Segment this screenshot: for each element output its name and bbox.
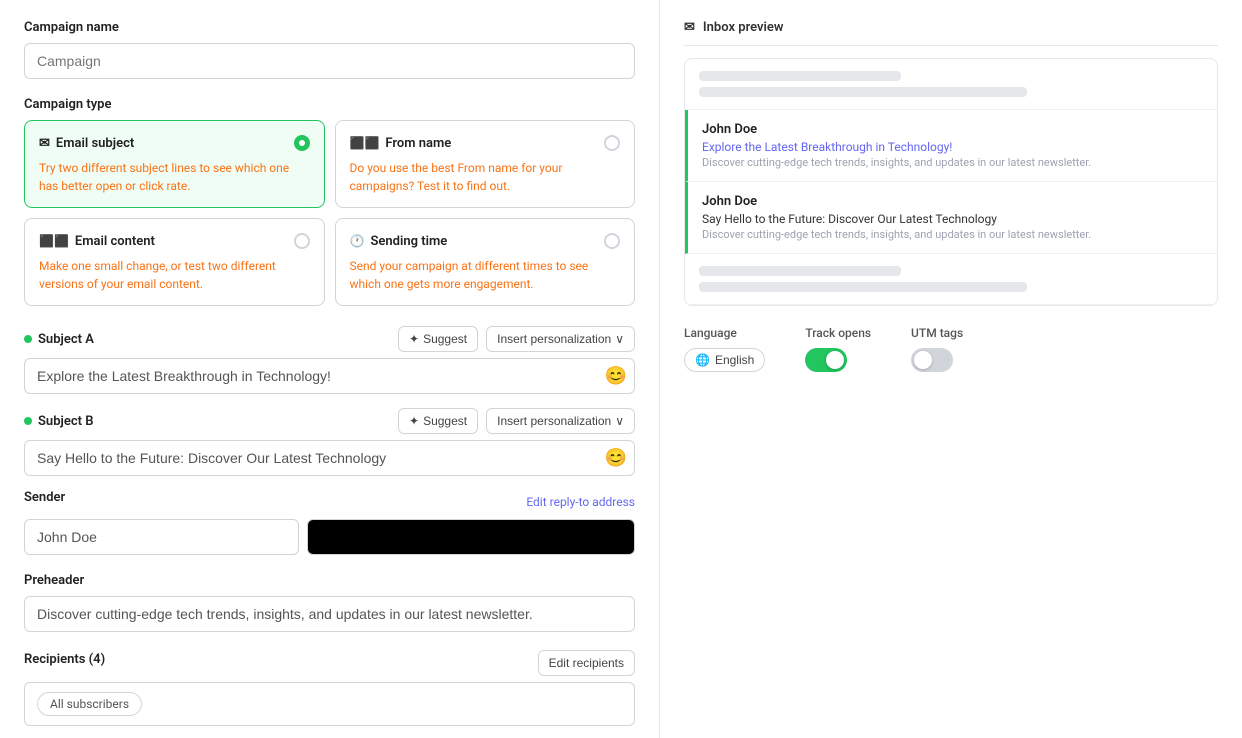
subject-a-input-wrap: 😊 [24, 358, 635, 394]
people-icon: ⬛⬛ [350, 136, 380, 150]
personalization-b-button[interactable]: Insert personalization ∨ [486, 408, 635, 434]
globe-icon: 🌐 [695, 353, 710, 367]
inbox-preview-container: John Doe Explore the Latest Breakthrough… [684, 58, 1218, 306]
subject-a-actions: ✦ Suggest Insert personalization ∨ [398, 326, 635, 352]
placeholder-line-3 [699, 266, 901, 276]
preview-email-row-1: John Doe Explore the Latest Breakthrough… [685, 110, 1217, 182]
preview-sender-1: John Doe [702, 122, 1203, 137]
sparkle-b-icon: ✦ [409, 414, 419, 428]
sending-time-radio [604, 233, 620, 249]
preview-preheader-1: Discover cutting-edge tech trends, insig… [702, 156, 1203, 169]
subject-a-section: Subject A ✦ Suggest Insert personalizati… [24, 326, 635, 394]
from-name-desc: Do you use the best From name for your c… [350, 159, 621, 195]
subject-a-dot [24, 335, 32, 343]
preheader-label: Preheader [24, 573, 635, 588]
grid-icon: ⬛⬛ [39, 234, 69, 248]
edit-recipients-button[interactable]: Edit recipients [538, 650, 635, 676]
emoji-b-button[interactable]: 😊 [605, 448, 627, 469]
track-opens-toggle[interactable] [805, 348, 847, 372]
all-subscribers-badge: All subscribers [37, 692, 142, 716]
edit-reply-link[interactable]: Edit reply-to address [526, 495, 635, 509]
track-opens-label: Track opens [805, 326, 871, 340]
sparkle-icon: ✦ [409, 332, 419, 346]
subject-b-dot [24, 417, 32, 425]
campaign-name-section: Campaign name [24, 20, 635, 79]
language-group: Language 🌐 English [684, 326, 765, 372]
campaign-type-grid: ✉ Email subject Try two different subjec… [24, 120, 635, 306]
suggest-a-button[interactable]: ✦ Suggest [398, 326, 478, 352]
placeholder-line-2 [699, 87, 1027, 97]
subject-b-actions: ✦ Suggest Insert personalization ∨ [398, 408, 635, 434]
sending-time-title: 🕐 Sending time [350, 234, 448, 249]
utm-tags-knob [914, 351, 932, 369]
preheader-input[interactable] [24, 596, 635, 632]
campaign-name-input[interactable] [24, 43, 635, 79]
placeholder-line-4 [699, 282, 1027, 292]
subject-a-label: Subject A [24, 332, 94, 347]
campaign-type-label: Campaign type [24, 97, 635, 112]
placeholder-line-1 [699, 71, 901, 81]
subject-b-input[interactable] [24, 440, 635, 476]
email-subject-title: ✉ Email subject [39, 136, 134, 151]
recipients-label: Recipients (4) [24, 652, 105, 667]
track-opens-group: Track opens [805, 326, 871, 372]
recipients-section: Recipients (4) Edit recipients All subsc… [24, 650, 635, 726]
sending-time-desc: Send your campaign at different times to… [350, 257, 621, 293]
emoji-a-button[interactable]: 😊 [605, 366, 627, 387]
type-card-sending-time[interactable]: 🕐 Sending time Send your campaign at dif… [335, 218, 636, 306]
type-card-email-subject[interactable]: ✉ Email subject Try two different subjec… [24, 120, 325, 208]
language-button[interactable]: 🌐 English [684, 348, 765, 372]
chevron-b-icon: ∨ [615, 414, 624, 428]
chevron-a-icon: ∨ [615, 332, 624, 346]
right-panel: ✉ Inbox preview John Doe Explore the Lat… [660, 0, 1242, 738]
sender-name-input[interactable] [24, 519, 299, 555]
subject-b-input-wrap: 😊 [24, 440, 635, 476]
inbox-preview-title: ✉ Inbox preview [684, 20, 1218, 46]
utm-tags-label: UTM tags [911, 326, 963, 340]
recipients-tags-container: All subscribers [24, 682, 635, 726]
campaign-type-section: Campaign type ✉ Email subject Try two di… [24, 97, 635, 306]
bottom-settings: Language 🌐 English Track opens UTM tags [684, 326, 1218, 372]
track-opens-knob [826, 351, 844, 369]
campaign-name-label: Campaign name [24, 20, 635, 35]
sender-email-input[interactable] [307, 519, 635, 555]
email-content-title: ⬛⬛ Email content [39, 234, 155, 249]
utm-tags-toggle[interactable] [911, 348, 953, 372]
from-name-radio [604, 135, 620, 151]
suggest-b-button[interactable]: ✦ Suggest [398, 408, 478, 434]
clock-icon: 🕐 [350, 234, 365, 248]
mail-preview-icon: ✉ [684, 20, 695, 35]
language-value: English [715, 353, 754, 367]
email-content-radio [294, 233, 310, 249]
left-panel: Campaign name Campaign type ✉ Email subj… [0, 0, 660, 738]
utm-tags-group: UTM tags [911, 326, 963, 372]
language-label: Language [684, 326, 765, 340]
preview-sender-2: John Doe [702, 194, 1203, 209]
personalization-a-button[interactable]: Insert personalization ∨ [486, 326, 635, 352]
email-subject-radio [294, 135, 310, 151]
preview-subject-1: Explore the Latest Breakthrough in Techn… [702, 140, 1203, 154]
subject-b-section: Subject B ✦ Suggest Insert personalizati… [24, 408, 635, 476]
preview-email-row-2: John Doe Say Hello to the Future: Discov… [685, 182, 1217, 254]
email-content-desc: Make one small change, or test two diffe… [39, 257, 310, 293]
from-name-title: ⬛⬛ From name [350, 136, 452, 151]
email-subject-desc: Try two different subject lines to see w… [39, 159, 310, 195]
type-card-email-content[interactable]: ⬛⬛ Email content Make one small change, … [24, 218, 325, 306]
preview-subject-2: Say Hello to the Future: Discover Our La… [702, 212, 1203, 226]
subject-b-label: Subject B [24, 414, 93, 429]
subject-a-input[interactable] [24, 358, 635, 394]
sender-section: Sender Edit reply-to address [24, 490, 635, 555]
mail-icon: ✉ [39, 136, 50, 151]
preview-placeholder-bottom [685, 254, 1217, 305]
preview-placeholder-top [685, 59, 1217, 110]
preview-preheader-2: Discover cutting-edge tech trends, insig… [702, 228, 1203, 241]
preheader-section: Preheader [24, 573, 635, 632]
type-card-from-name[interactable]: ⬛⬛ From name Do you use the best From na… [335, 120, 636, 208]
sender-label: Sender [24, 490, 65, 505]
